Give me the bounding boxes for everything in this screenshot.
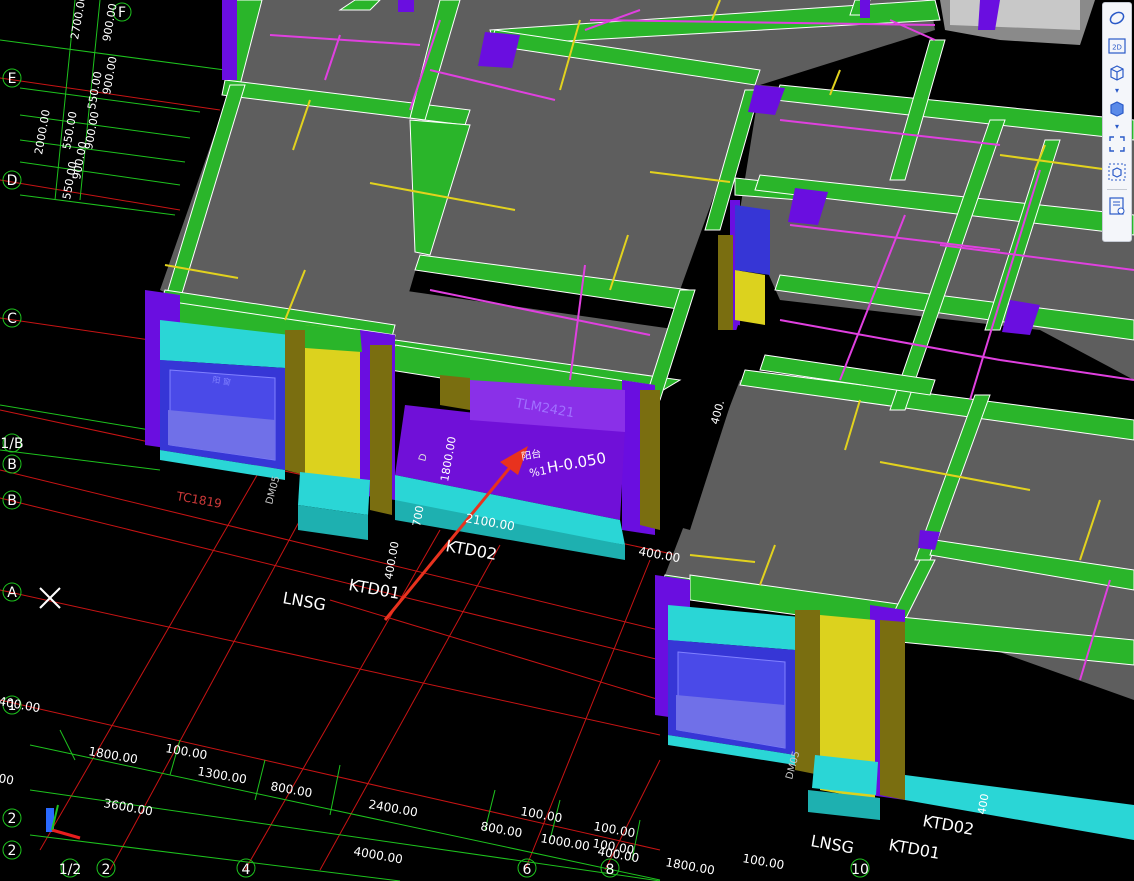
bay-window-right (668, 605, 800, 765)
dimension-text: 400.00 (382, 540, 401, 580)
axis-label: 2 (102, 862, 111, 878)
dimension-text: 1300.00 (196, 764, 247, 786)
axis-label: 2 (8, 843, 17, 859)
axis-label: 1/B (0, 436, 23, 452)
dimension-text: 00 (0, 771, 15, 787)
axis-label: A (7, 585, 17, 601)
component-label: KTD01 (887, 835, 941, 863)
toolbar-divider (1107, 189, 1127, 190)
dimension-text: 1800.00 (664, 855, 715, 877)
axis-label: B (7, 493, 17, 509)
orbit-icon[interactable] (1106, 7, 1128, 29)
axis-label: 4 (242, 862, 251, 878)
properties-panel-icon[interactable] (1106, 195, 1128, 217)
dimension-text: 800.00 (479, 819, 523, 840)
dimension-text: 550.00 (60, 160, 79, 200)
dimension-text: 900.00 (100, 2, 119, 42)
view-3d-solid-icon[interactable] (1106, 97, 1128, 119)
dimension-text: 100.00 (519, 804, 563, 825)
axis-label: 6 (523, 862, 532, 878)
dimension-text: DM05 (264, 475, 282, 506)
axis-label: 1/2 (59, 862, 82, 878)
dimension-text: 400.00 (637, 544, 681, 565)
view-toolbar: 2D ▾ ▾ (1102, 2, 1132, 242)
component-view-icon[interactable] (1106, 161, 1128, 183)
dimension-text: 1000.00 (539, 831, 590, 853)
component-label: KTD02 (921, 811, 975, 839)
axis-label: F (118, 5, 126, 21)
view-3d-box-icon[interactable] (1106, 61, 1128, 83)
dimension-text: 100.00 (741, 851, 785, 872)
dimension-text: 4000.00 (352, 844, 403, 866)
component-label: LNSG (809, 831, 855, 857)
component-label: LNSG (281, 588, 327, 614)
cursor-crosshair (39, 587, 61, 609)
axis-label: 8 (606, 862, 615, 878)
chevron-down-icon[interactable]: ▾ (1112, 87, 1122, 95)
component-label: KTD02 (444, 536, 498, 564)
dimension-text: 2000.00 (32, 108, 53, 155)
dimension-text: 100.00 (164, 741, 208, 762)
dimension-text: 2700.00 (68, 0, 89, 41)
view-2d-icon[interactable]: 2D (1106, 35, 1128, 57)
axis-label: B (7, 457, 17, 473)
dimension-text: 3600.00 (102, 796, 153, 818)
chevron-down-icon[interactable]: ▾ (1112, 123, 1122, 131)
axis-label: 10 (851, 862, 869, 878)
fullscreen-icon[interactable] (1106, 133, 1128, 155)
svg-text:2D: 2D (1112, 44, 1122, 52)
axis-label: 2 (8, 811, 17, 827)
3d-model-viewport[interactable]: F E D C 1/B B B A 1 2 2 1/2 2 4 6 8 10 2700.00 900.00 900.0… (0, 0, 1134, 881)
axis-label: D (7, 173, 18, 189)
axis-label: C (7, 311, 17, 327)
axis-label: E (8, 71, 17, 87)
dimension-text: 2400.00 (367, 797, 418, 819)
dimension-text: 800.00 (269, 779, 313, 800)
bay-window-left (160, 320, 290, 480)
component-label: TC1819 (174, 489, 222, 511)
